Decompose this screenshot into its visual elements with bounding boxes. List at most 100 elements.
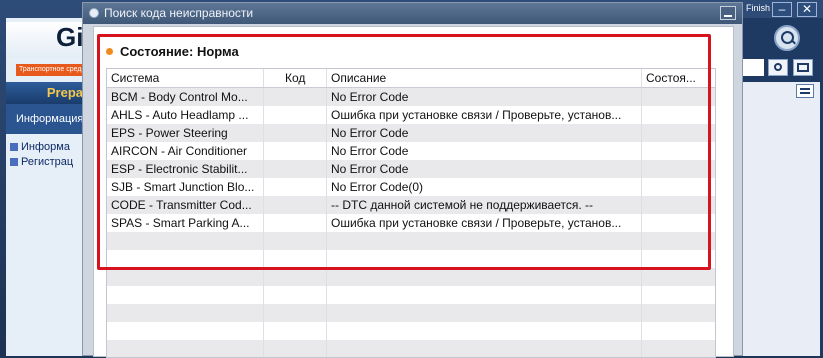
empty-cell [264, 340, 327, 357]
empty-cell [107, 322, 264, 340]
empty-cell [642, 232, 707, 250]
cell-description: No Error Code [327, 142, 642, 160]
column-header-system[interactable]: Система [107, 69, 264, 87]
cell-description: No Error Code [327, 124, 642, 142]
table-row[interactable]: AIRCON - Air Conditioner No Error Code [107, 142, 715, 160]
empty-cell [264, 268, 327, 286]
cell-code [264, 106, 327, 124]
cell-description: Ошибка при установке связи / Проверьте, … [327, 106, 642, 124]
app-logo: Gi [56, 22, 84, 52]
column-header-state[interactable]: Состоя... [642, 69, 707, 87]
dtc-table: Система Код Описание Состоя... BCM - Bod… [106, 68, 716, 358]
cell-state [642, 214, 707, 232]
empty-row [107, 322, 715, 340]
cell-system: SPAS - Smart Parking A... [107, 214, 264, 232]
tree-node-icon [10, 158, 18, 167]
empty-cell [107, 232, 264, 250]
empty-cell [327, 232, 642, 250]
tree-item-info[interactable]: Информа [10, 141, 86, 153]
camera-icon[interactable] [768, 59, 788, 76]
cell-system: EPS - Power Steering [107, 124, 264, 142]
cell-state [642, 142, 707, 160]
empty-cell [327, 304, 642, 322]
cell-state [642, 196, 707, 214]
minimize-icon[interactable]: – [772, 2, 792, 17]
empty-cell [107, 304, 264, 322]
section-title: Prepa [6, 82, 86, 104]
empty-cell [327, 286, 642, 304]
right-pane [742, 82, 820, 356]
table-row[interactable]: BCM - Body Control Mo... No Error Code [107, 88, 715, 106]
empty-cell [107, 250, 264, 268]
table-row[interactable]: ESP - Electronic Stabilit... No Error Cod… [107, 160, 715, 178]
empty-cell [327, 322, 642, 340]
status-indicator-icon [106, 48, 113, 56]
cell-description: No Error Code [327, 88, 642, 106]
search-field[interactable] [742, 59, 764, 76]
empty-cell [327, 268, 642, 286]
empty-cell [264, 286, 327, 304]
table-row[interactable]: CODE - Transmitter Cod... -- DTC данной с… [107, 196, 715, 214]
cell-description: No Error Code [327, 160, 642, 178]
empty-cell [264, 304, 327, 322]
cell-code [264, 160, 327, 178]
empty-cell [327, 250, 642, 268]
table-row[interactable]: SPAS - Smart Parking A... Ошибка при уста… [107, 214, 715, 232]
cell-code [264, 214, 327, 232]
table-row[interactable]: SJB - Smart Junction Blo... No Error Code… [107, 178, 715, 196]
empty-row [107, 250, 715, 268]
empty-cell [642, 340, 707, 357]
empty-cell [327, 340, 642, 357]
table-row[interactable]: AHLS - Auto Headlamp ... Ошибка при устан… [107, 106, 715, 124]
cell-system: ESP - Electronic Stabilit... [107, 160, 264, 178]
cell-description: -- DTC данной системой не поддерживается… [327, 196, 642, 214]
cell-description: No Error Code(0) [327, 178, 642, 196]
close-icon[interactable]: ✕ [797, 2, 817, 17]
empty-cell [107, 268, 264, 286]
empty-row [107, 286, 715, 304]
cell-state [642, 106, 707, 124]
empty-cell [264, 250, 327, 268]
tab-vehicle-info[interactable]: Информация об [6, 104, 86, 134]
column-header-code[interactable]: Код [264, 69, 327, 87]
cell-system: CODE - Transmitter Cod... [107, 196, 264, 214]
cell-system: AHLS - Auto Headlamp ... [107, 106, 264, 124]
tree-item-label: Регистрац [21, 156, 74, 168]
cell-code [264, 178, 327, 196]
empty-cell [107, 340, 264, 357]
cell-system: SJB - Smart Junction Blo... [107, 178, 264, 196]
cell-code [264, 196, 327, 214]
vehicle-banner: Транспортное средство: Н… [16, 64, 85, 76]
empty-cell [642, 304, 707, 322]
dialog-content: Состояние: Норма Система Код Описание Со… [93, 26, 734, 358]
empty-cell [264, 232, 327, 250]
table-header: Система Код Описание Состоя... [107, 69, 715, 88]
empty-cell [642, 268, 707, 286]
cell-state [642, 160, 707, 178]
cell-state [642, 178, 707, 196]
dialog-minimize-icon[interactable] [720, 6, 736, 20]
empty-cell [264, 322, 327, 340]
search-icon[interactable] [774, 25, 800, 51]
dialog-titlebar[interactable]: Поиск кода неисправности [83, 3, 742, 24]
empty-row [107, 304, 715, 322]
status-label: Состояние: Норма [120, 44, 239, 59]
table-row[interactable]: EPS - Power Steering No Error Code [107, 124, 715, 142]
tree-item-registration[interactable]: Регистрац [10, 156, 86, 168]
cell-code [264, 142, 327, 160]
app-icon [89, 8, 99, 18]
empty-cell [642, 250, 707, 268]
cell-state [642, 88, 707, 106]
cell-state [642, 124, 707, 142]
finish-label[interactable]: Finish [746, 3, 770, 13]
grid-icon[interactable] [793, 59, 813, 76]
table-body: BCM - Body Control Mo... No Error Code AHL… [107, 88, 715, 357]
empty-row [107, 232, 715, 250]
cell-description: Ошибка при установке связи / Проверьте, … [327, 214, 642, 232]
empty-cell [107, 286, 264, 304]
column-header-description[interactable]: Описание [327, 69, 642, 87]
list-icon[interactable] [796, 84, 814, 98]
cell-system: BCM - Body Control Mo... [107, 88, 264, 106]
cell-code [264, 88, 327, 106]
cell-code [264, 124, 327, 142]
